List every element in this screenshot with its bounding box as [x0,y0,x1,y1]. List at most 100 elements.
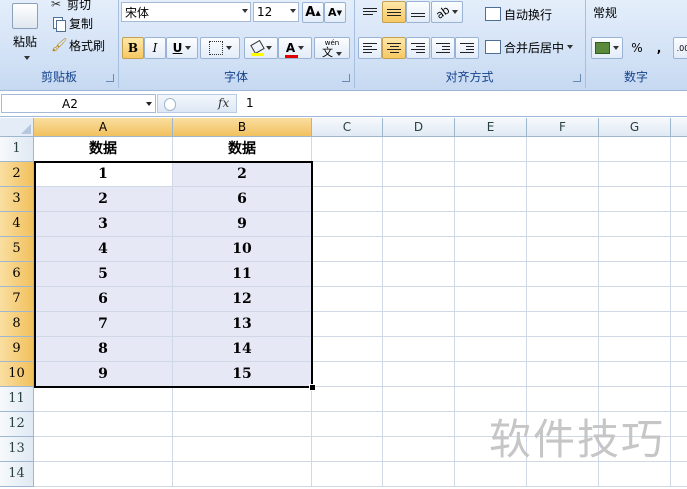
row-header-4[interactable]: 4 [0,212,34,237]
cell-g7[interactable] [599,287,671,312]
borders-button[interactable] [200,37,240,59]
cell-f4[interactable] [527,212,599,237]
fill-handle[interactable] [309,384,316,391]
cell-f10[interactable] [527,362,599,387]
cell-h8[interactable] [671,312,687,337]
increase-decimal-button[interactable]: .00 [673,37,687,59]
cell-d4[interactable] [383,212,455,237]
cell-c2[interactable] [312,162,383,187]
insert-function-button[interactable]: fx [218,96,229,110]
cell-b13[interactable] [173,437,312,462]
cell-e5[interactable] [455,237,527,262]
cell-f8[interactable] [527,312,599,337]
comma-button[interactable]: , [649,37,669,59]
cell-c4[interactable] [312,212,383,237]
cell-h1[interactable] [671,137,687,162]
cell-g2[interactable] [599,162,671,187]
row-header-2[interactable]: 2 [0,162,34,187]
cell-g6[interactable] [599,262,671,287]
column-header-g[interactable]: G [599,118,671,137]
cell-h10[interactable] [671,362,687,387]
cell-f6[interactable] [527,262,599,287]
font-size-combo[interactable]: 12 [253,2,299,22]
formula-input[interactable]: 1 [246,96,254,110]
fill-color-button[interactable] [244,37,278,59]
row-header-14[interactable]: 14 [0,462,34,487]
cell-a14[interactable] [34,462,173,487]
cell-d10[interactable] [383,362,455,387]
cell-f2[interactable] [527,162,599,187]
cell-d13[interactable] [383,437,455,462]
clipboard-launcher-icon[interactable] [106,74,114,82]
cell-h13[interactable] [671,437,687,462]
merge-center-button[interactable]: 合并后居中 [484,36,574,58]
cell-c3[interactable] [312,187,383,212]
cell-f1[interactable] [527,137,599,162]
row-header-1[interactable]: 1 [0,137,34,162]
cell-h3[interactable] [671,187,687,212]
cell-h11[interactable] [671,387,687,412]
align-bottom-button[interactable] [406,1,430,23]
cell-c7[interactable] [312,287,383,312]
grow-font-button[interactable]: A ▲ [302,2,324,23]
font-name-combo[interactable]: 宋体 [121,2,251,22]
shrink-font-button[interactable]: A ▼ [324,2,346,23]
cell-a5[interactable]: 4 [34,237,173,262]
cut-button[interactable]: ✂ 剪切 [50,0,92,14]
cell-d3[interactable] [383,187,455,212]
cell-d2[interactable] [383,162,455,187]
splitter-handle-icon[interactable] [164,98,176,111]
cell-b10[interactable]: 15 [173,362,312,387]
decrease-indent-button[interactable] [431,37,455,59]
cell-b6[interactable]: 11 [173,262,312,287]
row-header-5[interactable]: 5 [0,237,34,262]
cell-a2[interactable]: 1 [34,162,173,187]
column-header-e[interactable]: E [455,118,527,137]
cell-h4[interactable] [671,212,687,237]
cell-d11[interactable] [383,387,455,412]
row-header-11[interactable]: 11 [0,387,34,412]
cell-c13[interactable] [312,437,383,462]
column-header-f[interactable]: F [527,118,599,137]
cell-g5[interactable] [599,237,671,262]
cell-h7[interactable] [671,287,687,312]
cell-e10[interactable] [455,362,527,387]
alignment-launcher-icon[interactable] [573,74,581,82]
row-header-8[interactable]: 8 [0,312,34,337]
wrap-text-button[interactable]: 自动换行 [484,3,553,25]
cell-c11[interactable] [312,387,383,412]
cell-e2[interactable] [455,162,527,187]
underline-button[interactable]: U [166,37,198,59]
cell-a4[interactable]: 3 [34,212,173,237]
cell-d9[interactable] [383,337,455,362]
row-header-13[interactable]: 13 [0,437,34,462]
cell-a7[interactable]: 6 [34,287,173,312]
increase-indent-button[interactable] [455,37,479,59]
cell-d7[interactable] [383,287,455,312]
phonetic-button[interactable]: wén 文 [314,37,350,59]
cell-a10[interactable]: 9 [34,362,173,387]
cell-d8[interactable] [383,312,455,337]
percent-button[interactable]: % [625,37,649,59]
cell-d6[interactable] [383,262,455,287]
cell-a3[interactable]: 2 [34,187,173,212]
cell-c12[interactable] [312,412,383,437]
cell-b2[interactable]: 2 [173,162,312,187]
cell-c5[interactable] [312,237,383,262]
cell-b14[interactable] [173,462,312,487]
cell-h12[interactable] [671,412,687,437]
align-top-button[interactable] [358,0,382,22]
cell-h2[interactable] [671,162,687,187]
cell-g4[interactable] [599,212,671,237]
column-header-a[interactable]: A [34,118,173,137]
align-left-button[interactable] [358,37,382,59]
column-header-c[interactable]: C [312,118,383,137]
cell-h6[interactable] [671,262,687,287]
cell-d14[interactable] [383,462,455,487]
cell-a6[interactable]: 5 [34,262,173,287]
cell-e7[interactable] [455,287,527,312]
column-header-b[interactable]: B [173,118,312,137]
cell-e8[interactable] [455,312,527,337]
number-format-combo[interactable]: 常规 [590,2,687,22]
paste-button[interactable]: 粘贴 [2,0,48,64]
